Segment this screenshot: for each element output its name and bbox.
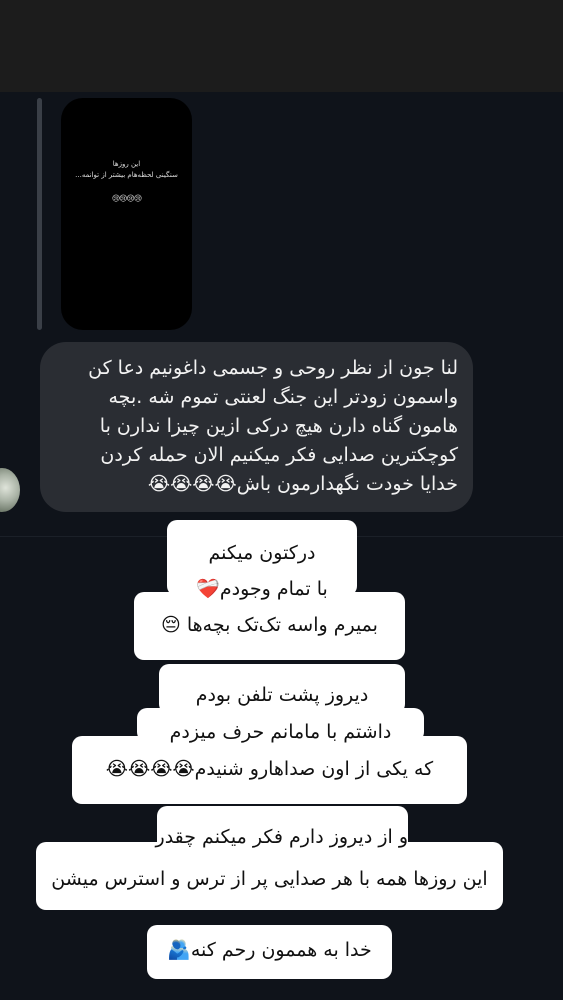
- message-line: کوچکترین صدایی فکر میکنیم الان حمله کردن: [100, 444, 458, 466]
- caption-line: و از دیروز دارم فکر میکنم چقدر: [155, 826, 408, 848]
- caption-line: بمیرم واسه تک‌تک بچه‌ها 😔: [161, 614, 378, 636]
- message-text: لنا جون از نظر روحی و جسمی داغونیم دعا ک…: [50, 354, 458, 499]
- message-line: لنا جون از نظر روحی و جسمی داغونیم دعا ک…: [88, 357, 458, 379]
- story-reply-thumbnail[interactable]: این روزها سنگینی لحظه‌هام بیشتر از توانم…: [61, 98, 192, 330]
- caption-line: درکتون میکنم: [208, 542, 316, 564]
- caption-line: خدا به هممون رحم کنه🫂: [167, 939, 372, 961]
- caption-line: داشتم با مامانم حرف میزدم: [169, 721, 392, 743]
- story-text-line: این روزها: [112, 160, 141, 168]
- message-line: خدایا خودت نگهدارمون باش😭😭😭😭: [147, 473, 458, 495]
- message-line: هامون گناه دارن هیچ درکی ازین چیزا ندارن…: [99, 415, 458, 437]
- story-text-line: سنگینی لحظه‌هام بیشتر از توانمه...: [75, 171, 178, 179]
- caption-line: که یکی از اون صداهارو شنیدم😭😭😭😭: [105, 758, 434, 780]
- caption-line: این روزها همه با هر صدایی پر از ترس و اس…: [51, 868, 488, 890]
- reply-indicator-bar: [37, 98, 42, 330]
- caption-line: با تمام وجودم❤️‍🩹: [196, 578, 328, 600]
- story-emoji: 😢😢😢😢: [111, 194, 142, 203]
- message-bubble[interactable]: لنا جون از نظر روحی و جسمی داغونیم دعا ک…: [40, 342, 473, 512]
- caption-line: دیروز پشت تلفن بودم: [195, 684, 369, 706]
- top-bar: [0, 0, 563, 92]
- message-line: واسمون زودتر این جنگ لعنتی تموم شه .بچه: [108, 386, 459, 408]
